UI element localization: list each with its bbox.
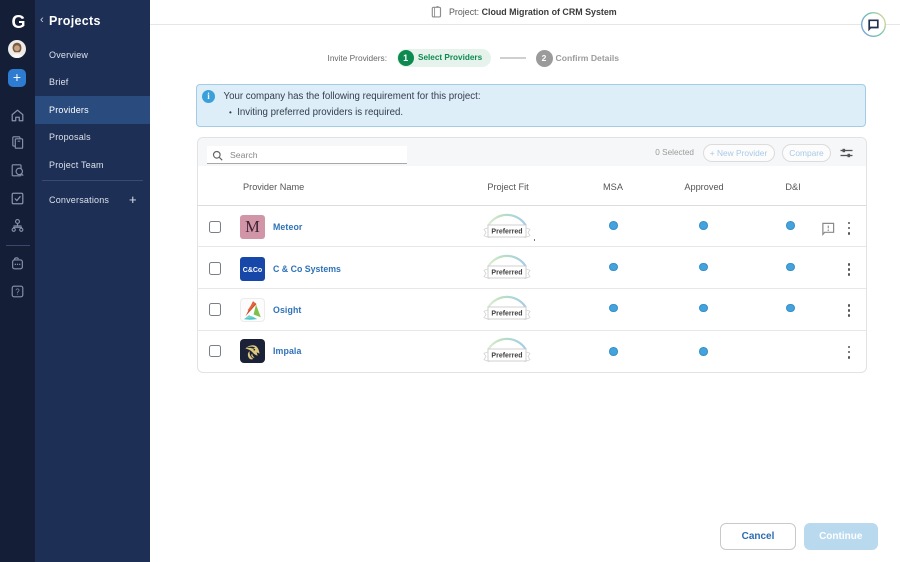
svg-text:Preferred: Preferred — [491, 270, 522, 277]
svg-text:Preferred: Preferred — [491, 311, 522, 318]
svg-text:?: ? — [15, 287, 20, 296]
svg-text:Preferred: Preferred — [491, 228, 522, 235]
svg-text:Preferred: Preferred — [491, 352, 522, 359]
